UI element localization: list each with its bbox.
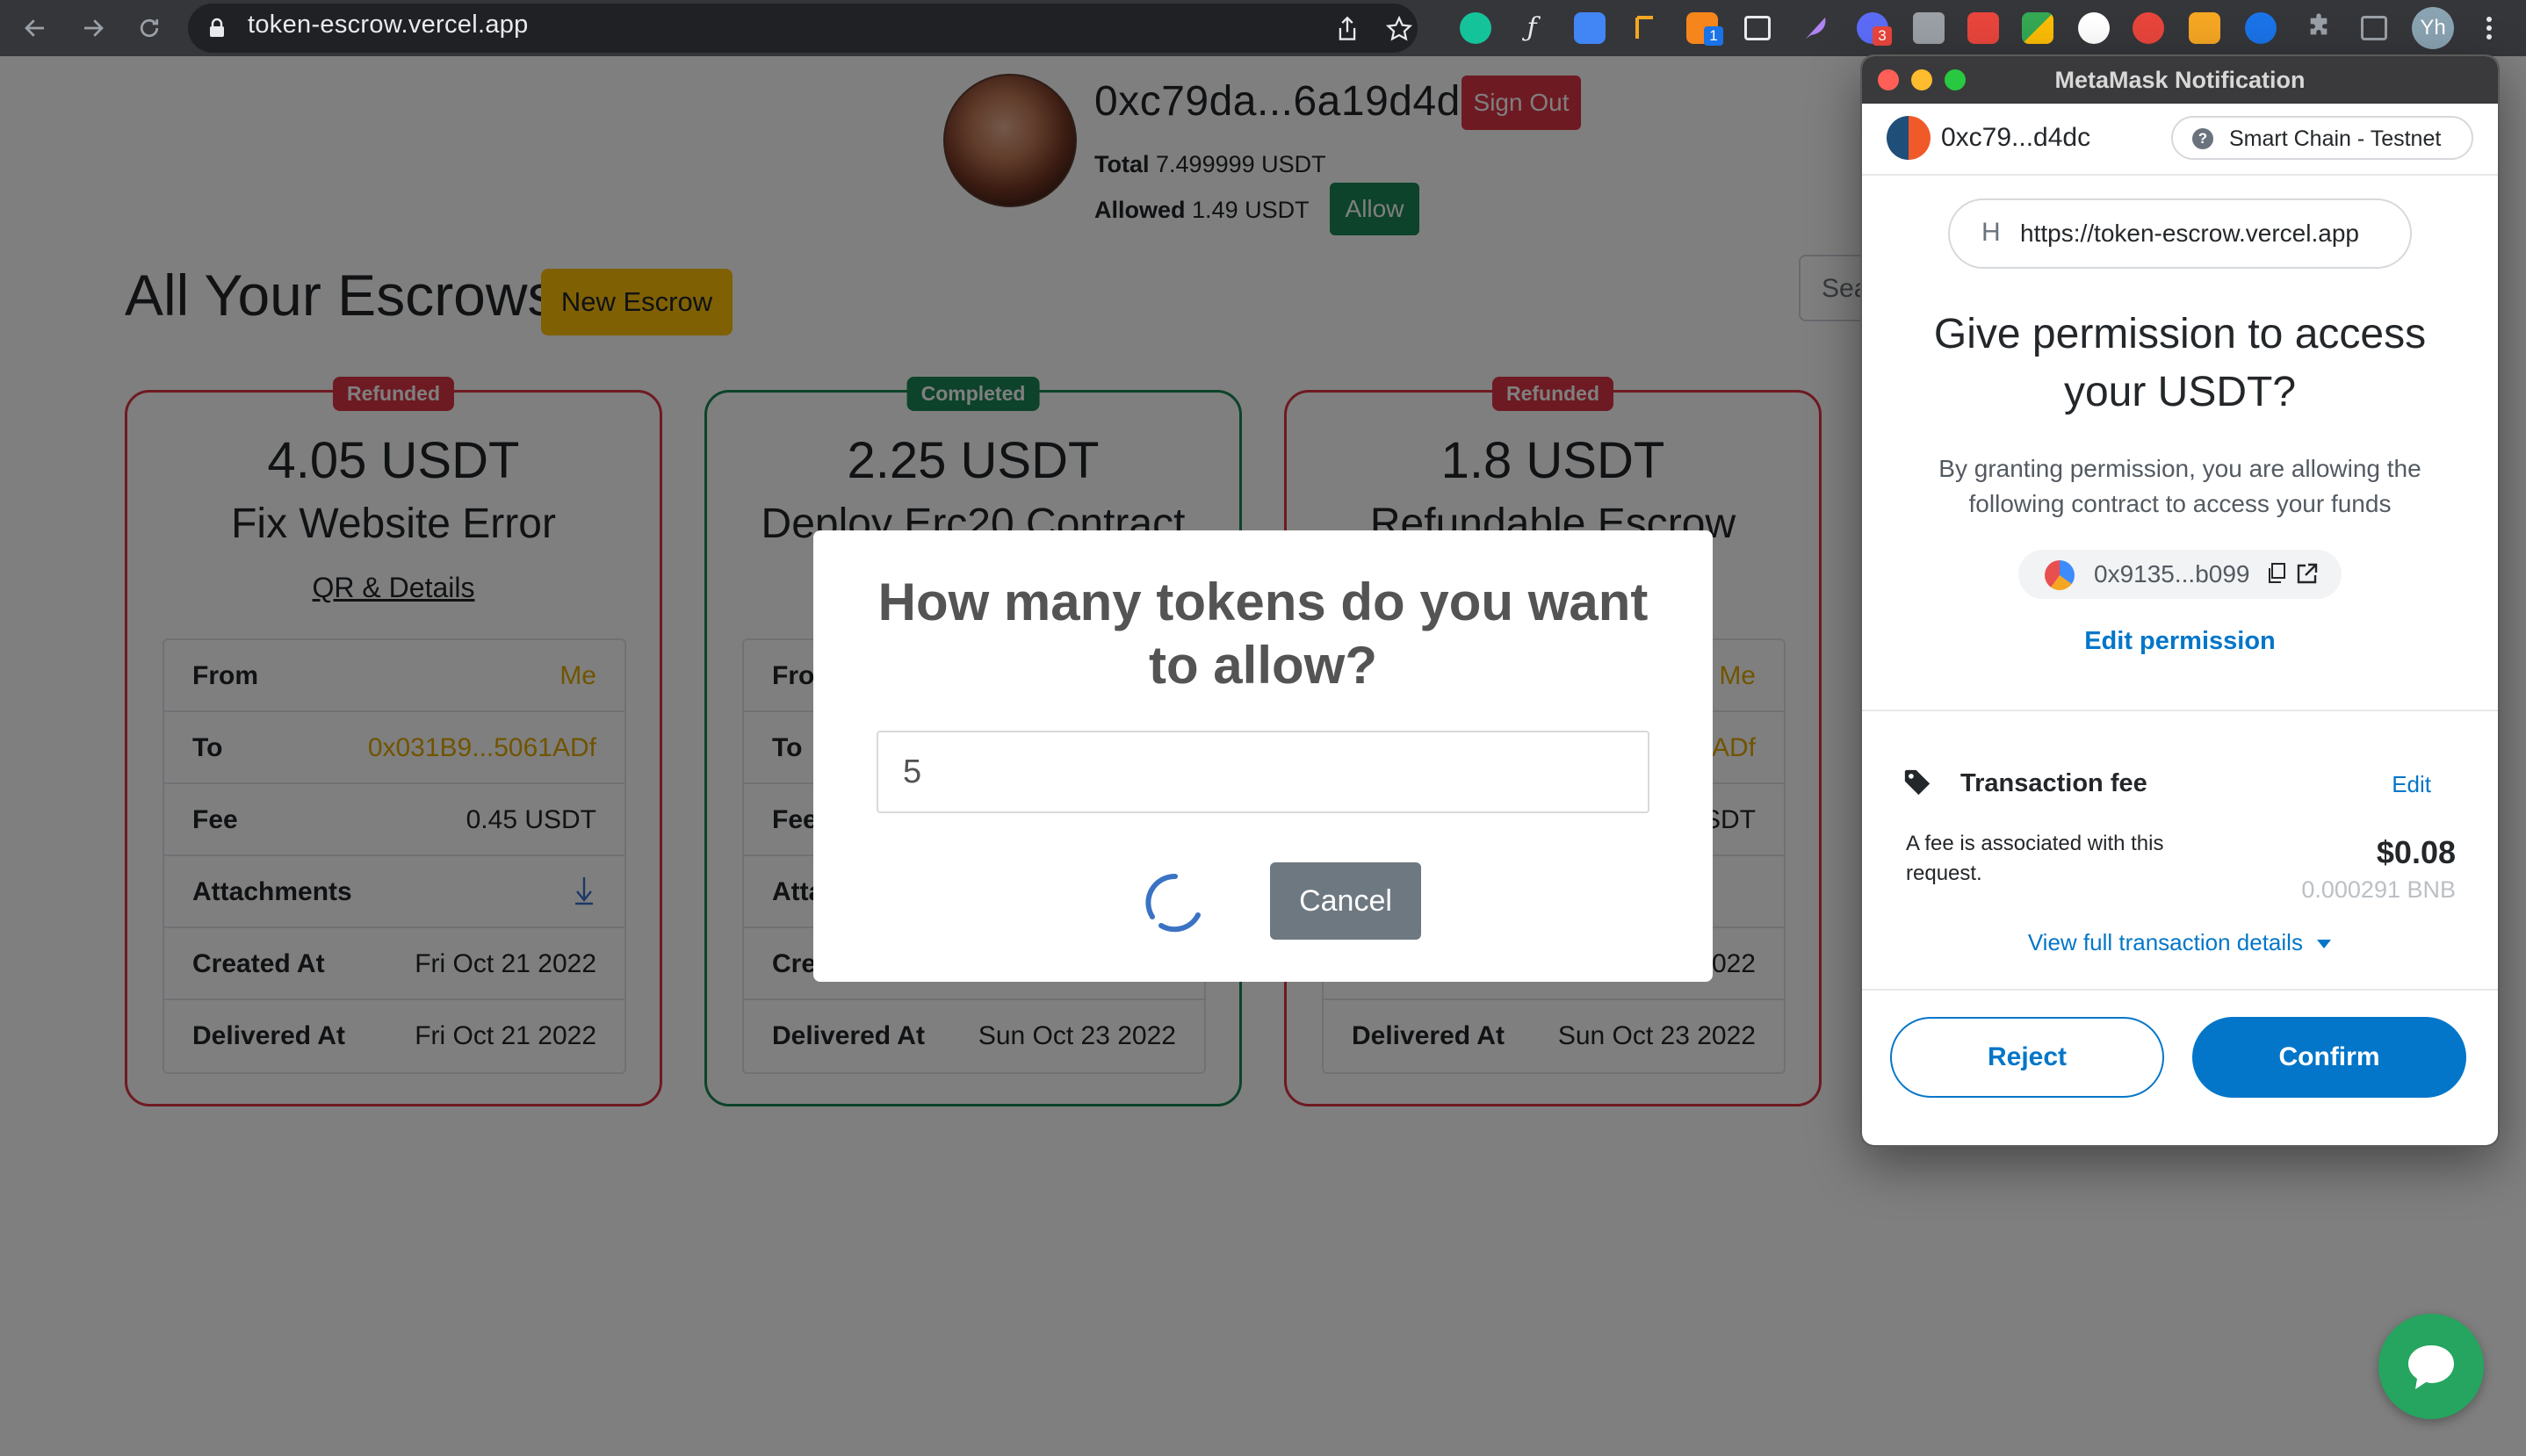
sparkle-badge: 3 bbox=[1873, 26, 1892, 46]
share-icon[interactable] bbox=[1335, 16, 1360, 42]
account-avatar bbox=[1887, 116, 1931, 160]
back-button[interactable] bbox=[16, 9, 54, 47]
network-selector[interactable]: ? Smart Chain - Testnet bbox=[2171, 116, 2473, 160]
divider bbox=[1862, 710, 2498, 711]
account-name: 0xc79...d4dc bbox=[1941, 123, 2091, 152]
caret-down-icon bbox=[2317, 940, 2332, 949]
notes-extension-icon[interactable] bbox=[2189, 12, 2220, 44]
divider bbox=[1862, 174, 2498, 176]
view-details-label: View full transaction details bbox=[2027, 929, 2303, 955]
sidepanel-icon[interactable] bbox=[2361, 16, 2387, 40]
camera-extension-icon[interactable] bbox=[1913, 12, 1945, 44]
permission-headline: Give permission to access your USDT? bbox=[1933, 311, 2427, 415]
view-details-link[interactable]: View full transaction details bbox=[1862, 929, 2498, 956]
contract-address-pill: 0x9135...b099 bbox=[2018, 550, 2342, 599]
sync-extension-icon[interactable] bbox=[1967, 12, 1999, 44]
metamask-window: MetaMask Notification 0xc79...d4dc ? Sma… bbox=[1862, 56, 2498, 1145]
edit-fee-link[interactable]: Edit bbox=[2392, 771, 2431, 798]
token-amount-input[interactable] bbox=[877, 731, 1649, 813]
site-url: https://token-escrow.vercel.app bbox=[2020, 220, 2359, 247]
puzzle-icon[interactable] bbox=[2305, 12, 2336, 44]
confirm-button[interactable]: Confirm bbox=[2192, 1017, 2466, 1098]
window-extension-icon[interactable] bbox=[1744, 16, 1771, 40]
copy-icon[interactable] bbox=[2266, 562, 2287, 585]
metamask-badge: 1 bbox=[1704, 26, 1723, 46]
feather-extension-icon[interactable] bbox=[1801, 12, 1832, 44]
ruler-extension-icon[interactable] bbox=[1630, 12, 1662, 44]
spinner-icon bbox=[1144, 871, 1207, 934]
network-name: Smart Chain - Testnet bbox=[2229, 126, 2442, 151]
allow-tokens-dialog: How many tokens do you want to allow? bbox=[813, 530, 1713, 982]
star-icon[interactable] bbox=[1386, 16, 1412, 42]
forward-icon bbox=[84, 19, 104, 37]
chat-icon bbox=[2408, 1345, 2454, 1389]
site-initial-icon: H bbox=[1981, 218, 2001, 247]
tag-icon bbox=[1904, 769, 1931, 796]
network-help-icon: ? bbox=[2192, 128, 2213, 149]
lock-icon bbox=[210, 18, 224, 37]
colors-extension-icon[interactable] bbox=[2022, 12, 2053, 44]
font-extension-icon[interactable]: ƒ bbox=[1516, 12, 1548, 44]
pie-extension-icon[interactable] bbox=[2078, 12, 2110, 44]
edit-permission-link[interactable]: Edit permission bbox=[1862, 627, 2498, 656]
window-titlebar: MetaMask Notification bbox=[1862, 56, 2498, 104]
window-title: MetaMask Notification bbox=[2054, 67, 2306, 93]
back-icon bbox=[25, 19, 44, 37]
browser-toolbar: token-escrow.vercel.app ƒ 1 3 Yh bbox=[0, 0, 2526, 56]
url-text: token-escrow.vercel.app bbox=[248, 11, 529, 39]
circle-extension-icon[interactable] bbox=[2245, 12, 2277, 44]
site-origin: H https://token-escrow.vercel.app bbox=[1948, 198, 2412, 269]
contract-icon bbox=[2045, 560, 2075, 590]
transaction-fee-label: Transaction fee bbox=[1960, 769, 2147, 797]
forward-button[interactable] bbox=[74, 9, 112, 47]
permission-description: By granting permission, you are allowing… bbox=[1938, 455, 2421, 517]
external-link-icon[interactable] bbox=[2296, 562, 2319, 585]
menu-icon[interactable] bbox=[2482, 12, 2496, 44]
dialog-title: How many tokens do you want to allow? bbox=[877, 573, 1649, 695]
reject-button[interactable]: Reject bbox=[1890, 1017, 2164, 1098]
shield-extension-icon[interactable] bbox=[2133, 12, 2164, 44]
chat-launcher-button[interactable] bbox=[2378, 1314, 2484, 1419]
grammarly-extension-icon[interactable] bbox=[1460, 12, 1491, 44]
fee-bnb: 0.000291 BNB bbox=[2301, 876, 2456, 903]
reload-icon bbox=[140, 18, 159, 38]
profile-avatar[interactable]: Yh bbox=[2412, 7, 2454, 49]
contract-address: 0x9135...b099 bbox=[2094, 560, 2250, 587]
fee-usd: $0.08 bbox=[2376, 834, 2456, 870]
fee-description: A fee is associated with this request. bbox=[1906, 832, 2164, 885]
reload-button[interactable] bbox=[130, 9, 169, 47]
divider bbox=[1862, 989, 2498, 991]
cancel-button[interactable]: Cancel bbox=[1270, 862, 1421, 940]
translate-extension-icon[interactable] bbox=[1574, 12, 1606, 44]
